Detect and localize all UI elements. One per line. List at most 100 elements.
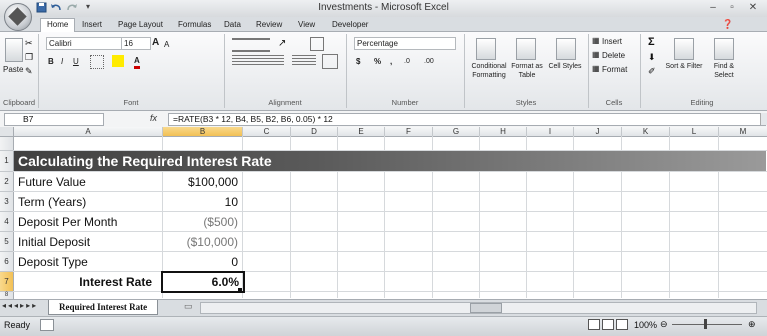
macro-record-icon[interactable] <box>40 319 54 331</box>
indent-icons[interactable] <box>292 55 316 67</box>
column-header-l[interactable]: L <box>670 127 719 137</box>
increase-decimal-button[interactable]: .0 <box>404 56 410 67</box>
column-header-d[interactable]: D <box>291 127 338 137</box>
name-box[interactable]: B7 <box>4 113 104 126</box>
borders-icon[interactable] <box>90 55 104 69</box>
help-icon[interactable]: ❓ <box>722 19 733 30</box>
sheet-nav-icons[interactable]: ◂◂◂▸▸▸ <box>2 301 38 310</box>
row-header[interactable] <box>0 137 14 151</box>
conditional-formatting-icon[interactable] <box>476 38 496 60</box>
zoom-in-icon[interactable]: ⊕ <box>748 319 756 330</box>
tab-data[interactable]: Data <box>218 19 247 31</box>
decrease-decimal-button[interactable]: .00 <box>424 56 434 67</box>
italic-button[interactable]: I <box>61 56 63 67</box>
insert-cells-icon[interactable]: ▦ <box>592 36 600 45</box>
paste-button[interactable]: Paste <box>3 64 23 75</box>
row-header-3[interactable]: 3 <box>0 192 14 212</box>
tab-formulas[interactable]: Formulas <box>172 19 217 31</box>
insert-function-button[interactable]: fx <box>150 113 166 124</box>
row-header-1[interactable]: 1 <box>0 151 14 172</box>
bold-button[interactable]: B <box>48 56 54 67</box>
find-select-button[interactable]: Find & Select <box>704 62 744 80</box>
font-color-button[interactable]: A <box>134 55 140 69</box>
tab-review[interactable]: Review <box>250 19 288 31</box>
format-as-table-icon[interactable] <box>516 38 536 60</box>
column-header-f[interactable]: F <box>385 127 433 137</box>
zoom-slider-thumb[interactable] <box>704 319 707 329</box>
column-header-h[interactable]: H <box>480 127 527 137</box>
zoom-slider[interactable] <box>672 324 742 325</box>
cell-b2[interactable]: $100,000 <box>163 173 242 191</box>
column-header-m[interactable]: M <box>719 127 767 137</box>
cell-styles-button[interactable]: Cell Styles <box>548 62 582 71</box>
cell-a6[interactable]: Deposit Type <box>18 253 158 271</box>
number-format-select[interactable]: Percentage <box>354 37 456 50</box>
merge-center-icon[interactable] <box>322 54 338 69</box>
vertical-align-icons[interactable] <box>232 38 270 52</box>
font-size-select[interactable]: 16 <box>121 37 151 50</box>
conditional-formatting-button[interactable]: Conditional Formatting <box>466 62 512 80</box>
row-header-5[interactable]: 5 <box>0 232 14 252</box>
column-header-c[interactable]: C <box>243 127 291 137</box>
clear-icon[interactable]: ✐ <box>648 66 656 77</box>
insert-cells-button[interactable]: Insert <box>602 36 622 47</box>
cut-icon[interactable]: ✂ <box>25 38 33 49</box>
sort-filter-button[interactable]: Sort & Filter <box>664 62 704 71</box>
cell-b7-selected[interactable]: 6.0% <box>161 271 245 293</box>
format-cells-button[interactable]: Format <box>602 64 627 75</box>
wrap-text-icon[interactable] <box>310 37 324 51</box>
column-header-i[interactable]: I <box>527 127 574 137</box>
formula-input[interactable]: =RATE(B3 * 12, B4, B5, B2, B6, 0.05) * 1… <box>168 113 766 126</box>
cell-a3[interactable]: Term (Years) <box>18 193 158 211</box>
column-header-k[interactable]: K <box>622 127 670 137</box>
page-break-view-icon[interactable] <box>616 319 628 330</box>
close-icon[interactable]: ✕ <box>745 1 761 14</box>
percent-button[interactable]: % <box>374 56 381 67</box>
delete-cells-button[interactable]: Delete <box>602 50 625 61</box>
tab-view[interactable]: View <box>292 19 321 31</box>
find-select-icon[interactable] <box>714 38 734 60</box>
fill-color-icon[interactable] <box>112 55 124 67</box>
zoom-level[interactable]: 100% <box>634 320 657 330</box>
cell-a4[interactable]: Deposit Per Month <box>18 213 158 231</box>
row-header-6[interactable]: 6 <box>0 252 14 272</box>
copy-icon[interactable]: ❐ <box>25 52 33 63</box>
insert-sheet-icon[interactable]: ▭ <box>184 301 193 312</box>
cell-styles-icon[interactable] <box>556 38 576 60</box>
orientation-icon[interactable]: ↗ <box>278 38 286 49</box>
cell-b5[interactable]: ($10,000) <box>163 233 242 251</box>
shrink-font-button[interactable]: A <box>164 39 169 50</box>
row-header-7[interactable]: 7 <box>0 272 14 292</box>
cell-b4[interactable]: ($500) <box>163 213 242 231</box>
fill-handle[interactable] <box>238 288 242 292</box>
row-header-2[interactable]: 2 <box>0 172 14 192</box>
sort-filter-icon[interactable] <box>674 38 694 60</box>
normal-view-icon[interactable] <box>588 319 600 330</box>
paste-icon[interactable] <box>5 38 23 62</box>
select-all-corner[interactable] <box>0 127 14 137</box>
column-header-e[interactable]: E <box>338 127 385 137</box>
cell-a7[interactable]: Interest Rate <box>14 273 158 291</box>
column-header-a[interactable]: A <box>14 127 163 137</box>
scrollbar-thumb[interactable] <box>470 303 502 313</box>
delete-cells-icon[interactable]: ▦ <box>592 50 600 59</box>
format-as-table-button[interactable]: Format as Table <box>510 62 544 80</box>
column-header-j[interactable]: J <box>574 127 622 137</box>
cell-a5[interactable]: Initial Deposit <box>18 233 158 251</box>
cell-b6[interactable]: 0 <box>163 253 242 271</box>
format-cells-icon[interactable]: ▦ <box>592 64 600 73</box>
horizontal-align-icons[interactable] <box>232 55 284 67</box>
row-header-4[interactable]: 4 <box>0 212 14 232</box>
office-button[interactable] <box>4 3 32 31</box>
underline-button[interactable]: U <box>73 56 79 67</box>
column-header-g[interactable]: G <box>433 127 480 137</box>
autosum-icon[interactable]: Σ <box>648 36 655 48</box>
fill-icon[interactable]: ⬇ <box>648 52 656 63</box>
zoom-out-icon[interactable]: ⊖ <box>660 319 668 330</box>
font-name-select[interactable]: Calibri <box>46 37 122 50</box>
cell-a2[interactable]: Future Value <box>18 173 158 191</box>
comma-button[interactable]: , <box>390 56 392 67</box>
cell-b3[interactable]: 10 <box>163 193 242 211</box>
maximize-icon[interactable]: ▫ <box>724 1 740 14</box>
page-layout-view-icon[interactable] <box>602 319 614 330</box>
